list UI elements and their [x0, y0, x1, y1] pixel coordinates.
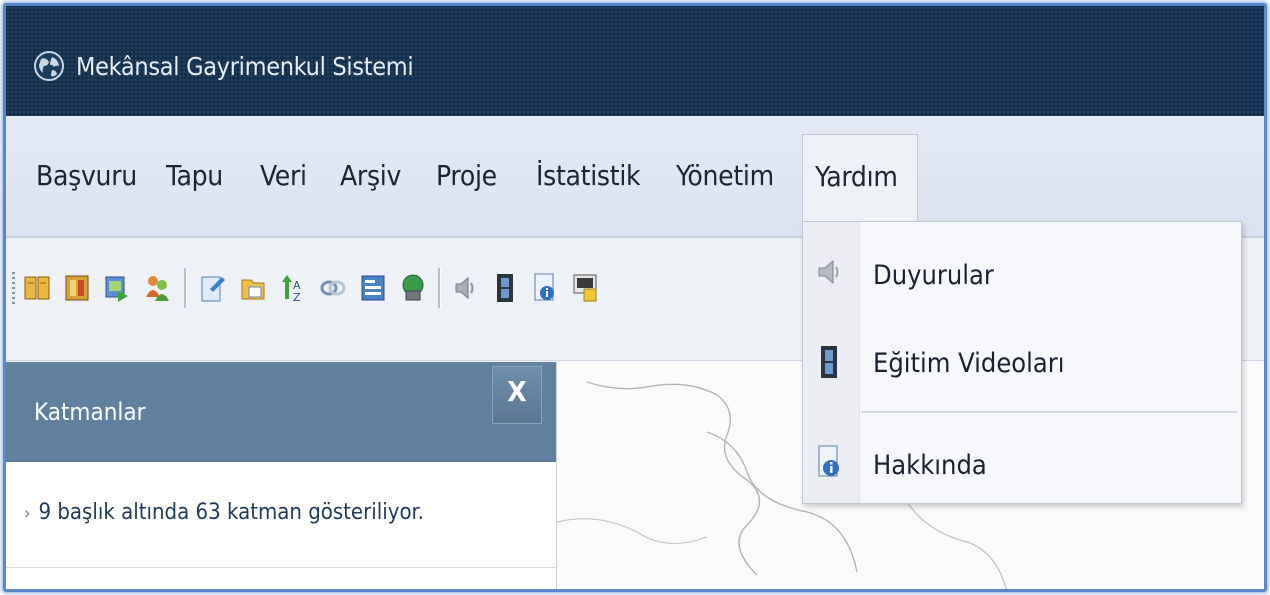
menu-bar: Başvuru Tapu Veri Arşiv Proje İstatistik…: [6, 116, 1264, 238]
menu-yardim[interactable]: Yardım: [802, 134, 918, 224]
menu-item-label: Hakkında: [873, 450, 987, 481]
globe-print-icon[interactable]: [400, 271, 426, 305]
certificate-icon[interactable]: [572, 271, 598, 305]
folder-layers-icon[interactable]: [240, 271, 266, 305]
toolbar-separator: [184, 268, 187, 308]
form-icon[interactable]: [360, 271, 386, 305]
close-button[interactable]: X: [492, 366, 542, 424]
title-bar: Mekânsal Gayrimenkul Sistemi: [6, 6, 1264, 116]
info-document-icon[interactable]: [532, 271, 558, 305]
menu-arsiv[interactable]: Arşiv: [340, 159, 401, 192]
divider: [6, 567, 556, 568]
toolbar-grip[interactable]: [12, 272, 15, 304]
speaker-icon: [818, 259, 839, 285]
app-title: Mekânsal Gayrimenkul Sistemi: [76, 52, 414, 81]
layers-summary[interactable]: › 9 başlık altında 63 katman gösteriliyor…: [24, 500, 424, 525]
users-icon[interactable]: [144, 271, 170, 305]
menu-item-egitim-videolari[interactable]: Eğitim Videoları: [803, 324, 1243, 404]
menu-yardim-label: Yardım: [815, 160, 898, 193]
menu-istatistik[interactable]: İstatistik: [536, 159, 641, 192]
menu-item-label: Duyurular: [873, 260, 994, 291]
help-dropdown-menu: Duyurular Eğitim Videoları Hakkında: [802, 221, 1242, 504]
layers-summary-text: 9 başlık altında 63 katman gösteriliyor.: [38, 500, 424, 525]
globe-icon: [34, 51, 64, 81]
menu-item-duyurular[interactable]: Duyurular: [803, 234, 1243, 314]
info-document-icon: [818, 445, 839, 477]
book-icon[interactable]: [24, 271, 50, 305]
document-edit-icon[interactable]: [200, 271, 226, 305]
layers-panel-header: Katmanlar X: [6, 362, 556, 462]
chevron-right-icon: ›: [24, 503, 31, 524]
menu-item-hakkinda[interactable]: Hakkında: [803, 422, 1243, 502]
menu-yonetim[interactable]: Yönetim: [676, 159, 774, 192]
link-icon[interactable]: [320, 271, 346, 305]
layers-panel-title: Katmanlar: [34, 398, 146, 426]
layers-panel: Katmanlar X › 9 başlık altında 63 katman …: [6, 362, 557, 589]
film-icon[interactable]: [492, 271, 518, 305]
sort-icon[interactable]: AZ: [280, 271, 306, 305]
menu-veri[interactable]: Veri: [260, 159, 307, 192]
film-icon: [821, 346, 837, 378]
toolbar-separator: [438, 268, 441, 308]
menu-basvuru[interactable]: Başvuru: [36, 159, 137, 192]
image-export-icon[interactable]: [104, 271, 130, 305]
ledger-icon[interactable]: [64, 271, 90, 305]
menu-item-label: Eğitim Videoları: [873, 348, 1065, 379]
speaker-icon[interactable]: [452, 271, 478, 305]
application-window: Mekânsal Gayrimenkul Sistemi Başvuru Tap…: [3, 3, 1267, 592]
menu-proje[interactable]: Proje: [436, 159, 497, 192]
svg-text:Z: Z: [293, 291, 301, 304]
menu-tapu[interactable]: Tapu: [166, 159, 223, 192]
menu-separator: [861, 411, 1237, 414]
